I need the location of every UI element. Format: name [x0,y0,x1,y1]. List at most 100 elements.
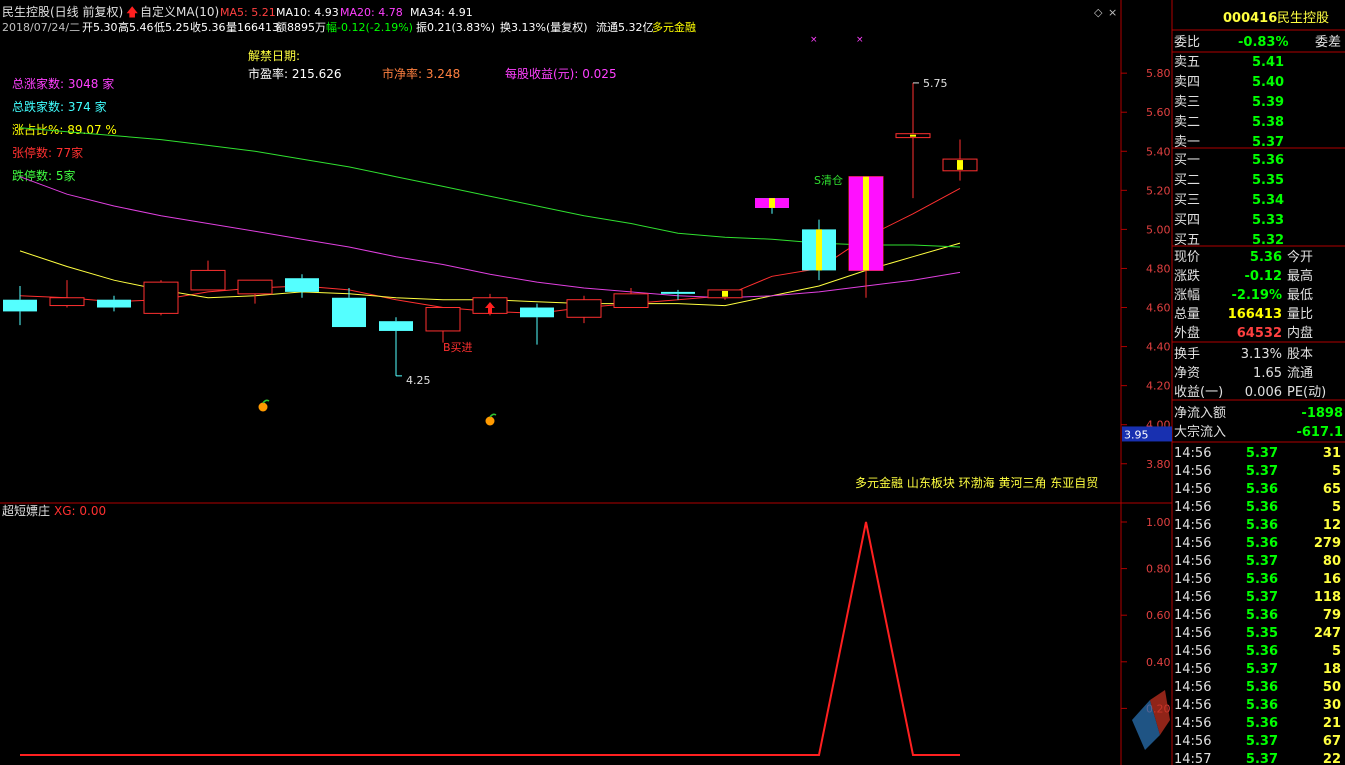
candle[interactable] [285,274,319,298]
stat-value: 64532 [1237,326,1282,341]
tick-row[interactable]: 14:56 5.37 118 [1174,590,1341,605]
tick-volume: 67 [1323,734,1341,749]
ask-row[interactable]: 卖五 5.41 [1174,55,1284,70]
price-tick-label: 4.20 [1146,380,1171,393]
candle-body-down [332,297,366,328]
close-icon[interactable]: × [1108,6,1117,19]
candle[interactable] [895,82,931,199]
tick-price: 5.37 [1246,590,1278,605]
candle[interactable] [143,280,179,316]
tick-volume: 5 [1332,644,1341,659]
tick-row[interactable]: 14:56 5.37 80 [1174,554,1341,569]
chart-title: 民生控股(日线 前复权) [2,4,123,19]
tick-time: 14:56 [1174,536,1211,551]
tick-row[interactable]: 14:56 5.36 21 [1174,716,1341,731]
stat-label: 总量 [1174,307,1200,322]
stat-value: 166413 [1228,307,1282,322]
tick-time: 14:56 [1174,698,1211,713]
tick-time: 14:56 [1174,464,1211,479]
candle[interactable] [332,287,366,328]
stat-label: 净资 [1174,366,1200,381]
tick-time: 14:56 [1174,626,1211,641]
tick-row[interactable]: 14:56 5.36 30 [1174,698,1341,713]
candle-body-up [425,307,461,332]
stat-label: 流通 [1287,366,1313,381]
candle[interactable] [425,307,461,343]
diamond-icon[interactable]: ◇ [1094,6,1103,19]
tick-volume: 247 [1314,626,1341,641]
tick-row[interactable]: 14:56 5.37 5 [1174,464,1341,479]
signal-bar-core [769,198,775,208]
flow-value: -617.1 [1296,425,1343,440]
tick-row[interactable]: 14:57 5.37 22 [1174,752,1341,765]
tick-row[interactable]: 14:56 5.36 12 [1174,518,1341,533]
candle[interactable] [566,295,602,324]
signal-bar-core [816,229,822,271]
bid-row[interactable]: 买二 5.35 [1174,173,1284,188]
tick-row[interactable]: 14:56 5.37 67 [1174,734,1341,749]
bid-price: 5.33 [1252,213,1284,228]
bid-row[interactable]: 买三 5.34 [1174,193,1284,208]
low-label: 4.25 [406,374,431,387]
candle[interactable] [97,295,131,312]
tick-row[interactable]: 14:56 5.37 18 [1174,662,1341,677]
tick-volume: 30 [1323,698,1341,713]
tick-row[interactable]: 14:56 5.36 79 [1174,608,1341,623]
candle[interactable] [379,317,413,376]
price-tick-label: 3.80 [1146,458,1171,471]
watermark-logo [1132,690,1170,750]
bid-price: 5.34 [1252,193,1284,208]
tick-volume: 12 [1323,518,1341,533]
tick-volume: 118 [1314,590,1341,605]
weicha-label: 委差 [1315,35,1341,50]
tick-row[interactable]: 14:56 5.36 5 [1174,644,1341,659]
bid-row[interactable]: 买一 5.36 [1174,153,1284,168]
market-breadth: 总涨家数: 3048 家总跌家数: 374 家涨占比%: 89.07 %张停数:… [12,76,117,183]
tick-row[interactable]: 14:56 5.36 16 [1174,572,1341,587]
stat-label: PE(动) [1287,385,1326,400]
tick-row[interactable]: 14:56 5.37 31 [1174,446,1341,461]
sector-tags: 多元金融 山东板块 环渤海 黄河三角 东亚自贸 [855,475,1098,490]
quote-field: 开5.30 [82,21,118,34]
candle[interactable] [190,260,226,291]
candle[interactable] [520,303,554,345]
stock-chart-canvas[interactable]: 民生控股(日线 前复权) 🡅 自定义MA(10) MA5: 5.21 MA10: … [0,0,1345,765]
tick-row[interactable]: 14:56 5.36 5 [1174,500,1341,515]
tick-row[interactable]: 14:56 5.36 279 [1174,536,1341,551]
tick-price: 5.36 [1246,482,1278,497]
flow-label: 净流入额 [1174,406,1226,421]
unlock-date-label: 解禁日期: [248,49,300,63]
quote-field: 收5.36 [190,20,226,34]
ask-row[interactable]: 卖四 5.40 [1174,75,1284,90]
tick-volume: 22 [1323,752,1341,765]
candle[interactable] [237,279,273,304]
ma-legend-item: MA5: 5.21 [220,6,276,19]
tick-price: 5.37 [1246,554,1278,569]
sub-tick-label: 0.40 [1146,656,1171,669]
peach-icon [485,416,495,426]
candle[interactable] [942,139,978,181]
breadth-item: 张停数: 77家 [12,145,83,160]
tick-row[interactable]: 14:56 5.36 50 [1174,680,1341,695]
tick-time: 14:56 [1174,644,1211,659]
bid-row[interactable]: 买四 5.33 [1174,213,1284,228]
ma-legend-item: MA10: 4.93 [276,6,339,19]
tick-price: 5.35 [1246,626,1278,641]
stat-label: 收益(一) [1174,385,1223,400]
candle[interactable] [3,286,37,326]
ask-row[interactable]: 卖二 5.38 [1174,115,1284,130]
candle-body-down [661,291,695,294]
bid-price: 5.35 [1252,173,1284,188]
tick-row[interactable]: 14:56 5.35 247 [1174,626,1341,641]
tick-row[interactable]: 14:56 5.36 65 [1174,482,1341,497]
ma-legend-item: MA34: 4.91 [410,6,473,19]
candle-body-up [190,269,226,291]
candle[interactable] [49,280,85,308]
stat-label: 外盘 [1174,325,1200,341]
sub-tick-label: 0.60 [1146,609,1171,622]
ask-row[interactable]: 卖三 5.39 [1174,95,1284,110]
sell-signal-label: S清仓 [814,173,843,187]
candlesticks[interactable] [3,82,978,376]
price-tick-label: 4.40 [1146,341,1171,354]
stat-label: 换手 [1174,347,1200,362]
